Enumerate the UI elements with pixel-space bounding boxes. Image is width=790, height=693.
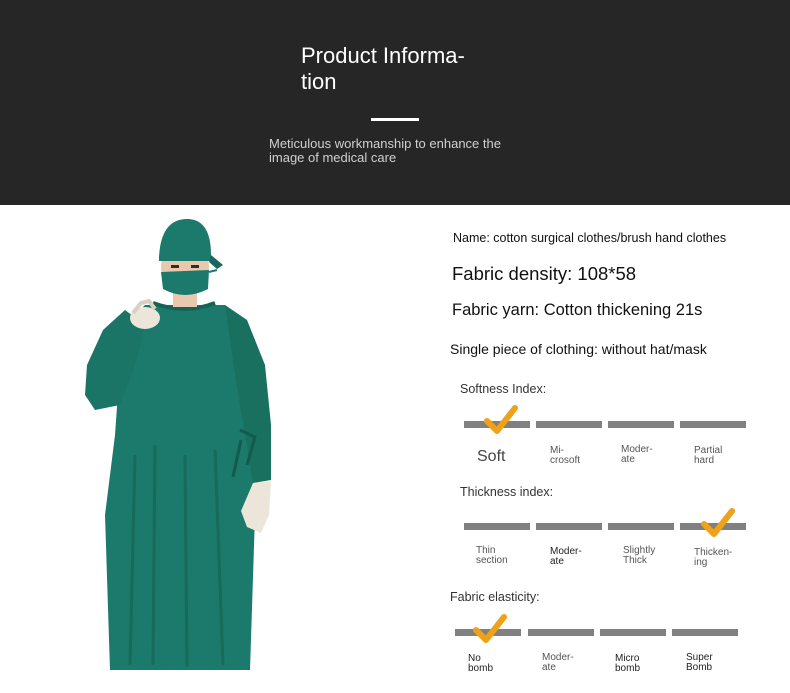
softness-check-icon xyxy=(484,405,518,434)
elasticity-bar xyxy=(600,629,666,636)
elasticity-check-icon xyxy=(473,614,507,643)
banner-divider xyxy=(371,118,419,121)
elasticity-bar xyxy=(528,629,594,636)
softness-level-label: Soft xyxy=(477,448,506,465)
softness-title: Softness Index: xyxy=(460,382,547,396)
product-name: Name: cotton surgical clothes/brush hand… xyxy=(453,231,727,245)
header-banner: Product Informa- tion Meticulous workman… xyxy=(0,0,790,205)
softness-level-label: Mi- crosoft xyxy=(550,445,581,466)
thickness-bar xyxy=(536,523,602,530)
fabric-density: Fabric density: 108*58 xyxy=(452,263,637,284)
softness-bar xyxy=(680,421,746,428)
surgical-gown-image xyxy=(85,219,271,670)
elasticity-bar xyxy=(672,629,738,636)
elasticity-level-label: Super Bomb xyxy=(686,652,713,673)
elasticity-level-label: Moder- ate xyxy=(542,652,574,673)
thickness-level-label: Slightly Thick xyxy=(623,545,656,566)
thickness-bar xyxy=(464,523,530,530)
elasticity-title: Fabric elasticity: xyxy=(450,590,540,604)
softness-bar xyxy=(536,421,602,428)
thickness-level-label: Moder- ate xyxy=(550,546,582,567)
thickness-level-label: Thicken- ing xyxy=(694,547,733,568)
banner-title: Product Informa- tion xyxy=(301,43,465,94)
elasticity-level-label: Micro bomb xyxy=(615,653,641,674)
single-piece-note: Single piece of clothing: without hat/ma… xyxy=(450,341,707,357)
softness-level-label: Moder- ate xyxy=(621,444,653,465)
softness-bar xyxy=(608,421,674,428)
thickness-level-label: Thin section xyxy=(476,545,508,566)
thickness-check-icon xyxy=(701,508,735,537)
thickness-title: Thickness index: xyxy=(460,485,554,499)
elasticity-level-label: No bomb xyxy=(468,653,494,674)
fabric-yarn: Fabric yarn: Cotton thickening 21s xyxy=(452,301,703,319)
softness-level-label: Partial hard xyxy=(694,445,723,466)
banner-subtitle: Meticulous workmanship to enhance the im… xyxy=(269,136,501,165)
thickness-bar xyxy=(608,523,674,530)
